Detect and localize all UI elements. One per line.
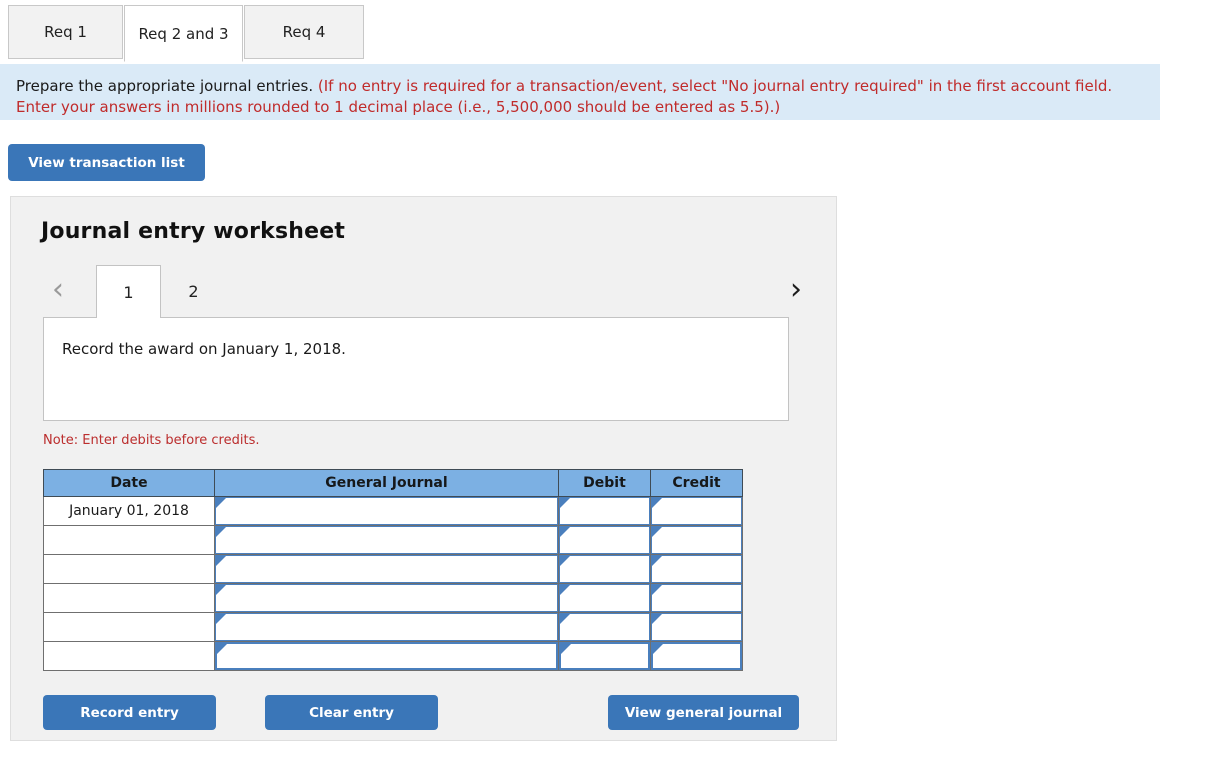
table-row bbox=[43, 612, 743, 642]
column-header-date: Date bbox=[43, 469, 215, 497]
debit-input[interactable] bbox=[559, 613, 650, 641]
table-row bbox=[43, 554, 743, 584]
dropdown-marker-icon bbox=[216, 585, 226, 595]
credit-input[interactable] bbox=[651, 584, 742, 612]
dropdown-marker-icon bbox=[653, 644, 663, 654]
cell-credit bbox=[650, 496, 743, 526]
cell-general-journal bbox=[214, 583, 559, 613]
debit-input[interactable] bbox=[559, 526, 650, 554]
credit-input[interactable] bbox=[651, 642, 742, 670]
cell-date bbox=[43, 641, 215, 671]
credit-input[interactable] bbox=[651, 497, 742, 525]
dropdown-marker-icon bbox=[560, 614, 570, 624]
dropdown-marker-icon bbox=[652, 585, 662, 595]
dropdown-marker-icon bbox=[652, 527, 662, 537]
table-header-row: Date General Journal Debit Credit bbox=[43, 469, 743, 497]
cell-debit bbox=[558, 496, 651, 526]
dropdown-marker-icon bbox=[216, 527, 226, 537]
cell-debit bbox=[558, 525, 651, 555]
cell-debit bbox=[558, 583, 651, 613]
column-header-debit: Debit bbox=[558, 469, 651, 497]
cell-credit bbox=[650, 612, 743, 642]
cell-general-journal bbox=[214, 525, 559, 555]
credit-input[interactable] bbox=[651, 526, 742, 554]
cell-date bbox=[43, 583, 215, 613]
dropdown-marker-icon bbox=[216, 556, 226, 566]
credit-input[interactable] bbox=[651, 613, 742, 641]
record-entry-button[interactable]: Record entry bbox=[43, 695, 216, 730]
clear-entry-button[interactable]: Clear entry bbox=[265, 695, 438, 730]
cell-date bbox=[43, 525, 215, 555]
page-title: Journal entry worksheet bbox=[41, 219, 346, 244]
view-general-journal-button[interactable]: View general journal bbox=[608, 695, 799, 730]
table-row bbox=[43, 641, 743, 671]
journal-entry-worksheet-page: Req 1 Req 2 and 3 Req 4 Prepare the approp… bbox=[0, 0, 1219, 763]
req-tab-3[interactable]: Req 4 bbox=[244, 5, 364, 59]
table-row bbox=[43, 525, 743, 555]
dropdown-marker-icon bbox=[560, 556, 570, 566]
debit-input[interactable] bbox=[559, 497, 650, 525]
view-transaction-list-button[interactable]: View transaction list bbox=[8, 144, 205, 181]
cell-debit bbox=[558, 554, 651, 584]
dropdown-marker-icon bbox=[652, 498, 662, 508]
instruction-lead: Prepare the appropriate journal entries. bbox=[16, 77, 314, 95]
worksheet-page-tab-1[interactable]: 1 bbox=[96, 265, 161, 318]
instruction-note-line1: (If no entry is required for a transacti… bbox=[317, 77, 1006, 95]
cell-date: January 01, 2018 bbox=[43, 496, 215, 526]
cell-credit bbox=[650, 583, 743, 613]
cell-credit bbox=[650, 641, 743, 671]
cell-general-journal bbox=[214, 554, 559, 584]
worksheet-page-tab-2[interactable]: 2 bbox=[161, 265, 226, 317]
cell-date bbox=[43, 554, 215, 584]
worksheet-pager: ‹ › 12 bbox=[11, 265, 838, 318]
general-journal-input[interactable] bbox=[215, 642, 558, 670]
transaction-description-text: Record the award on January 1, 2018. bbox=[62, 340, 346, 358]
dropdown-marker-icon bbox=[652, 614, 662, 624]
general-journal-input[interactable] bbox=[215, 526, 558, 554]
debit-input[interactable] bbox=[559, 642, 650, 670]
transaction-description: Record the award on January 1, 2018. bbox=[43, 317, 789, 421]
chevron-left-icon[interactable]: ‹ bbox=[43, 273, 73, 309]
req-tab-1[interactable]: Req 1 bbox=[8, 5, 123, 59]
debit-input[interactable] bbox=[559, 555, 650, 583]
general-journal-input[interactable] bbox=[215, 497, 558, 525]
requirement-tabs: Req 1 Req 2 and 3 Req 4 bbox=[0, 0, 1219, 65]
dropdown-marker-icon bbox=[217, 644, 227, 654]
general-journal-input[interactable] bbox=[215, 584, 558, 612]
cell-general-journal bbox=[214, 612, 559, 642]
dropdown-marker-icon bbox=[560, 527, 570, 537]
req-tab-2[interactable]: Req 2 and 3 bbox=[124, 5, 243, 62]
cell-general-journal bbox=[214, 641, 559, 671]
debits-before-credits-note: Note: Enter debits before credits. bbox=[43, 433, 260, 448]
cell-credit bbox=[650, 525, 743, 555]
dropdown-marker-icon bbox=[561, 644, 571, 654]
dropdown-marker-icon bbox=[216, 614, 226, 624]
dropdown-marker-icon bbox=[652, 556, 662, 566]
table-row: January 01, 2018 bbox=[43, 496, 743, 526]
cell-general-journal bbox=[214, 496, 559, 526]
instruction-banner: Prepare the appropriate journal entries.… bbox=[0, 64, 1160, 120]
dropdown-marker-icon bbox=[560, 585, 570, 595]
worksheet-panel: Journal entry worksheet ‹ › 12 Record th… bbox=[10, 196, 837, 741]
dropdown-marker-icon bbox=[560, 498, 570, 508]
cell-debit bbox=[558, 641, 651, 671]
general-journal-input[interactable] bbox=[215, 613, 558, 641]
cell-date bbox=[43, 612, 215, 642]
column-header-general-journal: General Journal bbox=[214, 469, 559, 497]
credit-input[interactable] bbox=[651, 555, 742, 583]
table-row bbox=[43, 583, 743, 613]
chevron-right-icon[interactable]: › bbox=[781, 273, 811, 309]
debit-input[interactable] bbox=[559, 584, 650, 612]
dropdown-marker-icon bbox=[216, 498, 226, 508]
column-header-credit: Credit bbox=[650, 469, 743, 497]
journal-entry-table: Date General Journal Debit Credit January 0… bbox=[43, 469, 743, 671]
cell-debit bbox=[558, 612, 651, 642]
general-journal-input[interactable] bbox=[215, 555, 558, 583]
cell-credit bbox=[650, 554, 743, 584]
